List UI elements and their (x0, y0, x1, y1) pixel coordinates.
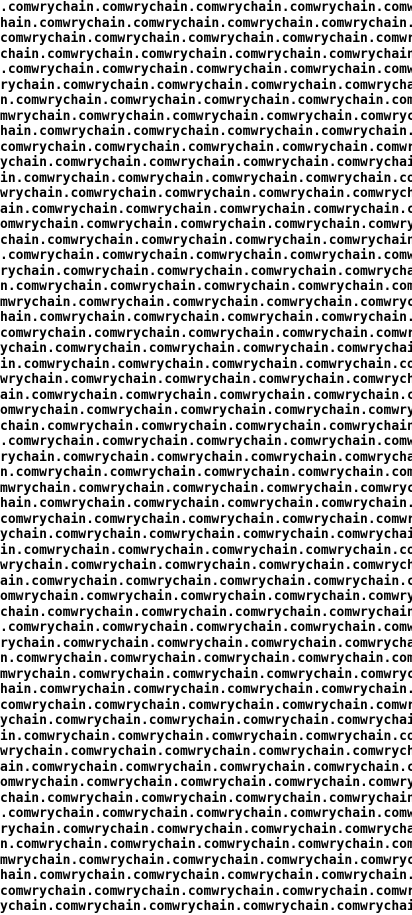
watermark-text-line: chain.comwrychain.comwrychain.comwrychai… (0, 232, 412, 248)
watermark-text-line: hain.comwrychain.comwrychain.comwrychain… (0, 15, 412, 31)
watermark-text-line: in.comwrychain.comwrychain.comwrychain.c… (0, 542, 412, 558)
watermark-text-line: hain.comwrychain.comwrychain.comwrychain… (0, 868, 412, 883)
watermark-text-line: wrychain.comwrychain.comwrychain.comwryc… (0, 558, 412, 573)
watermark-text-line: rychain.comwrychain.comwrychain.comwrych… (0, 77, 412, 93)
watermark-text-line: comwrychain.comwrychain.comwrychain.comw… (0, 511, 412, 527)
watermark-text-line: rychain.comwrychain.comwrychain.comwrych… (0, 821, 412, 837)
watermark-text-line: chain.comwrychain.comwrychain.comwrychai… (0, 604, 412, 620)
watermark-text-line: comwrychain.comwrychain.comwrychain.comw… (0, 883, 412, 899)
watermark-text-line: ychain.comwrychain.comwrychain.comwrycha… (0, 899, 412, 914)
watermark-text-line: wrychain.comwrychain.comwrychain.comwryc… (0, 372, 412, 387)
watermark-text-line: mwrychain.comwrychain.comwrychain.comwry… (0, 294, 412, 310)
watermark-text-line: n.comwrychain.comwrychain.comwrychain.co… (0, 651, 412, 666)
watermark-text-line: omwrychain.comwrychain.comwrychain.comwr… (0, 775, 412, 790)
watermark-text-line: in.comwrychain.comwrychain.comwrychain.c… (0, 356, 412, 372)
watermark-text-line: ychain.comwrychain.comwrychain.comwrycha… (0, 341, 412, 356)
watermark-text-line: mwrychain.comwrychain.comwrychain.comwry… (0, 852, 412, 868)
watermark-text-line: .comwrychain.comwrychain.comwrychain.com… (0, 434, 412, 449)
watermark-text-line: omwrychain.comwrychain.comwrychain.comwr… (0, 403, 412, 418)
watermark-text-line: hain.comwrychain.comwrychain.comwrychain… (0, 496, 412, 511)
watermark-text-line: ychain.comwrychain.comwrychain.comwrycha… (0, 527, 412, 542)
watermark-text-line: ain.comwrychain.comwrychain.comwrychain.… (0, 573, 412, 589)
watermark-text-line: .comwrychain.comwrychain.comwrychain.com… (0, 248, 412, 263)
watermark-text-line: n.comwrychain.comwrychain.comwrychain.co… (0, 279, 412, 294)
watermark-text-line: comwrychain.comwrychain.comwrychain.comw… (0, 139, 412, 155)
watermark-text-line: ain.comwrychain.comwrychain.comwrychain.… (0, 201, 412, 217)
watermark-text-line: in.comwrychain.comwrychain.comwrychain.c… (0, 170, 412, 186)
watermark-text-line: comwrychain.comwrychain.comwrychain.comw… (0, 31, 412, 46)
watermark-text-line: n.comwrychain.comwrychain.comwrychain.co… (0, 93, 412, 108)
watermark-text-line: n.comwrychain.comwrychain.comwrychain.co… (0, 465, 412, 480)
watermark-pattern-page: .comwrychain.comwrychain.comwrychain.com… (0, 0, 412, 915)
watermark-text-line: rychain.comwrychain.comwrychain.comwrych… (0, 635, 412, 651)
watermark-text-line: mwrychain.comwrychain.comwrychain.comwry… (0, 108, 412, 124)
watermark-text-line: .comwrychain.comwrychain.comwrychain.com… (0, 62, 412, 77)
watermark-text-line: comwrychain.comwrychain.comwrychain.comw… (0, 325, 412, 341)
watermark-text-line: comwrychain.comwrychain.comwrychain.comw… (0, 697, 412, 713)
watermark-text-line: ain.comwrychain.comwrychain.comwrychain.… (0, 387, 412, 403)
watermark-text-line: rychain.comwrychain.comwrychain.comwrych… (0, 449, 412, 465)
watermark-text-line: chain.comwrychain.comwrychain.comwrychai… (0, 46, 412, 62)
watermark-text-line: hain.comwrychain.comwrychain.comwrychain… (0, 682, 412, 697)
watermark-text-line: omwrychain.comwrychain.comwrychain.comwr… (0, 589, 412, 604)
watermark-text-line: in.comwrychain.comwrychain.comwrychain.c… (0, 728, 412, 744)
watermark-text-line: mwrychain.comwrychain.comwrychain.comwry… (0, 480, 412, 496)
watermark-text-line: mwrychain.comwrychain.comwrychain.comwry… (0, 666, 412, 682)
watermark-text-line: chain.comwrychain.comwrychain.comwrychai… (0, 790, 412, 806)
watermark-text-line: wrychain.comwrychain.comwrychain.comwryc… (0, 186, 412, 201)
watermark-text-line: hain.comwrychain.comwrychain.comwrychain… (0, 124, 412, 139)
watermark-text-line: .comwrychain.comwrychain.comwrychain.com… (0, 620, 412, 635)
watermark-text-line: .comwrychain.comwrychain.comwrychain.com… (0, 806, 412, 821)
watermark-text-line: wrychain.comwrychain.comwrychain.comwryc… (0, 744, 412, 759)
watermark-text-line: chain.comwrychain.comwrychain.comwrychai… (0, 418, 412, 434)
watermark-text-line: n.comwrychain.comwrychain.comwrychain.co… (0, 837, 412, 852)
watermark-text-line: ychain.comwrychain.comwrychain.comwrycha… (0, 713, 412, 728)
watermark-text-line: hain.comwrychain.comwrychain.comwrychain… (0, 310, 412, 325)
watermark-text-line: ain.comwrychain.comwrychain.comwrychain.… (0, 759, 412, 775)
watermark-text-line: rychain.comwrychain.comwrychain.comwrych… (0, 263, 412, 279)
watermark-text-line: .comwrychain.comwrychain.comwrychain.com… (0, 0, 412, 15)
watermark-text-line: omwrychain.comwrychain.comwrychain.comwr… (0, 217, 412, 232)
watermark-text-line: ychain.comwrychain.comwrychain.comwrycha… (0, 155, 412, 170)
